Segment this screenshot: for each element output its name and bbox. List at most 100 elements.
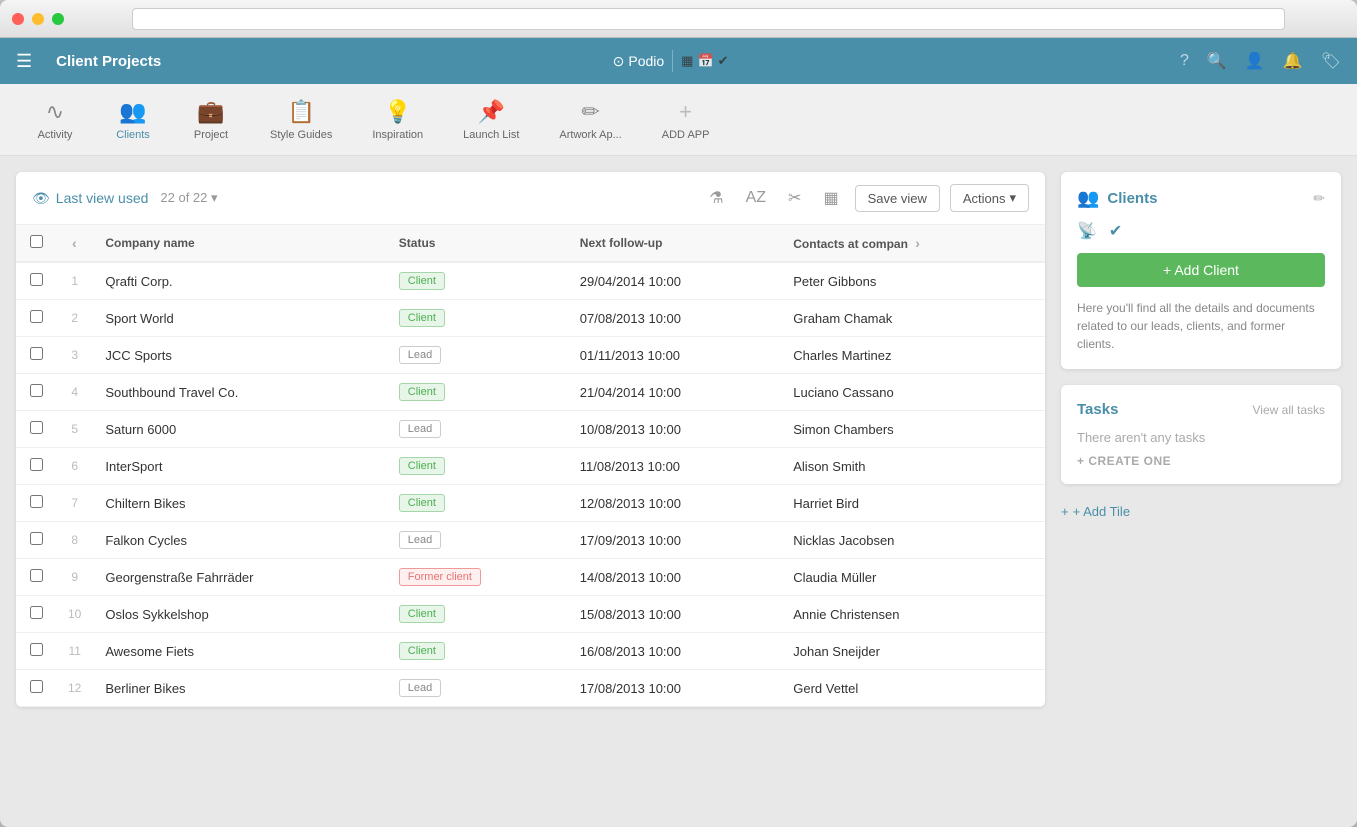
contact-name: Johan Sneijder	[781, 633, 1045, 670]
row-checkbox[interactable]	[16, 374, 56, 411]
followup-date: 21/04/2014 10:00	[568, 374, 781, 411]
status-badge: Client	[399, 272, 445, 290]
company-name: Berliner Bikes	[93, 670, 386, 707]
row-checkbox[interactable]	[16, 300, 56, 337]
table-row[interactable]: 11 Awesome Fiets Client 16/08/2013 10:00…	[16, 633, 1045, 670]
widget-check-icon[interactable]: ✔	[1109, 221, 1122, 241]
hamburger-menu[interactable]: ☰	[16, 51, 32, 72]
table-row[interactable]: 9 Georgenstraße Fahrräder Former client …	[16, 559, 1045, 596]
tab-styleguides[interactable]: 📋 Style Guides	[254, 91, 348, 149]
row-checkbox[interactable]	[16, 670, 56, 707]
select-all-checkbox[interactable]	[30, 235, 43, 248]
nav-tasks-icon[interactable]: ✔	[718, 53, 729, 69]
col-company[interactable]: Company name	[93, 225, 386, 262]
table-row[interactable]: 5 Saturn 6000 Lead 10/08/2013 10:00 Simo…	[16, 411, 1045, 448]
view-count: 22 of 22 ▾	[160, 190, 217, 206]
table-row[interactable]: 8 Falkon Cycles Lead 17/09/2013 10:00 Ni…	[16, 522, 1045, 559]
tab-launchlist[interactable]: 📌 Launch List	[447, 91, 535, 149]
row-checkbox[interactable]	[16, 596, 56, 633]
grid-icon[interactable]: ▦	[817, 184, 844, 212]
company-name: Qrafti Corp.	[93, 262, 386, 300]
table-row[interactable]: 3 JCC Sports Lead 01/11/2013 10:00 Charl…	[16, 337, 1045, 374]
clients-widget-label: Clients	[1107, 190, 1157, 207]
url-bar[interactable]	[132, 8, 1285, 30]
table-row[interactable]: 10 Oslos Sykkelshop Client 15/08/2013 10…	[16, 596, 1045, 633]
status-badge: Lead	[399, 531, 441, 549]
view-label[interactable]: 👁 Last view used	[32, 190, 148, 207]
row-number: 6	[56, 448, 93, 485]
add-client-button[interactable]: + Add Client	[1077, 253, 1325, 287]
view-all-tasks-link[interactable]: View all tasks	[1253, 403, 1325, 417]
widget-edit-icon[interactable]: ✏	[1313, 190, 1325, 207]
podio-logo[interactable]: ⊙ Podio	[613, 53, 665, 70]
nav-profile-icon[interactable]: 👤	[1245, 51, 1265, 71]
nav-help-icon[interactable]: ?	[1180, 52, 1189, 70]
table-row[interactable]: 2 Sport World Client 07/08/2013 10:00 Gr…	[16, 300, 1045, 337]
nav-notifications-icon[interactable]: 🔔	[1283, 51, 1303, 71]
status-cell: Client	[387, 485, 568, 522]
actions-button[interactable]: Actions ▾	[950, 184, 1029, 212]
tab-project[interactable]: 💼 Project	[176, 91, 246, 149]
status-cell: Lead	[387, 411, 568, 448]
nav-calendar-icon[interactable]: 📅	[697, 53, 713, 69]
close-button[interactable]	[12, 13, 24, 25]
minimize-button[interactable]	[32, 13, 44, 25]
widget-icons-row: 📡 ✔	[1077, 221, 1325, 241]
nav-apps-icon[interactable]: ▦	[681, 53, 693, 69]
table-row[interactable]: 7 Chiltern Bikes Client 12/08/2013 10:00…	[16, 485, 1045, 522]
table-row[interactable]: 12 Berliner Bikes Lead 17/08/2013 10:00 …	[16, 670, 1045, 707]
status-badge: Client	[399, 383, 445, 401]
table-row[interactable]: 6 InterSport Client 11/08/2013 10:00 Ali…	[16, 448, 1045, 485]
row-number: 12	[56, 670, 93, 707]
row-checkbox[interactable]	[16, 522, 56, 559]
row-number: 8	[56, 522, 93, 559]
widget-rss-icon[interactable]: 📡	[1077, 221, 1097, 241]
filter-icon[interactable]: ⚗	[703, 184, 729, 212]
status-cell: Former client	[387, 559, 568, 596]
tab-artworkap[interactable]: ✏ Artwork Ap...	[543, 91, 637, 149]
nav-apps2-icon[interactable]: 🏷	[1321, 51, 1341, 71]
row-checkbox[interactable]	[16, 337, 56, 374]
row-checkbox[interactable]	[16, 411, 56, 448]
save-view-button[interactable]: Save view	[855, 185, 940, 212]
col-status[interactable]: Status	[387, 225, 568, 262]
tab-clients[interactable]: 👥 Clients	[98, 91, 168, 149]
clients-icon: 👥	[119, 99, 146, 125]
create-task-button[interactable]: + CREATE ONE	[1077, 454, 1171, 468]
company-name: Southbound Travel Co.	[93, 374, 386, 411]
status-cell: Client	[387, 596, 568, 633]
contact-name: Luciano Cassano	[781, 374, 1045, 411]
tab-activity[interactable]: ∿ Activity	[20, 91, 90, 149]
add-tile-button[interactable]: + + Add Tile	[1061, 500, 1341, 523]
tasks-title: Tasks	[1077, 401, 1118, 418]
checkbox-header[interactable]	[16, 225, 56, 262]
maximize-button[interactable]	[52, 13, 64, 25]
status-cell: Lead	[387, 522, 568, 559]
row-checkbox[interactable]	[16, 559, 56, 596]
wrench-icon[interactable]: ✂	[782, 184, 807, 212]
row-checkbox[interactable]	[16, 485, 56, 522]
nav-search-icon[interactable]: 🔍	[1207, 51, 1227, 71]
col-followup[interactable]: Next follow-up	[568, 225, 781, 262]
tab-addapp[interactable]: + ADD APP	[646, 91, 726, 149]
table-row[interactable]: 4 Southbound Travel Co. Client 21/04/201…	[16, 374, 1045, 411]
table-row[interactable]: 1 Qrafti Corp. Client 29/04/2014 10:00 P…	[16, 262, 1045, 300]
tab-addapp-label: ADD APP	[662, 129, 710, 141]
company-name: JCC Sports	[93, 337, 386, 374]
actions-chevron-icon: ▾	[1009, 190, 1016, 206]
followup-date: 11/08/2013 10:00	[568, 448, 781, 485]
followup-date: 12/08/2013 10:00	[568, 485, 781, 522]
status-badge: Client	[399, 642, 445, 660]
row-number: 3	[56, 337, 93, 374]
tab-inspiration[interactable]: 💡 Inspiration	[356, 91, 439, 149]
col-arrow-next[interactable]: ›	[911, 235, 924, 251]
clients-widget-icon: 👥	[1077, 188, 1099, 209]
addapp-icon: +	[679, 99, 692, 125]
sort-icon[interactable]: AZ	[740, 185, 772, 211]
row-checkbox[interactable]	[16, 448, 56, 485]
col-arrow-prev[interactable]: ‹	[56, 225, 93, 262]
row-checkbox[interactable]	[16, 633, 56, 670]
status-cell: Lead	[387, 670, 568, 707]
row-checkbox[interactable]	[16, 262, 56, 300]
widget-title: 👥 Clients	[1077, 188, 1157, 209]
